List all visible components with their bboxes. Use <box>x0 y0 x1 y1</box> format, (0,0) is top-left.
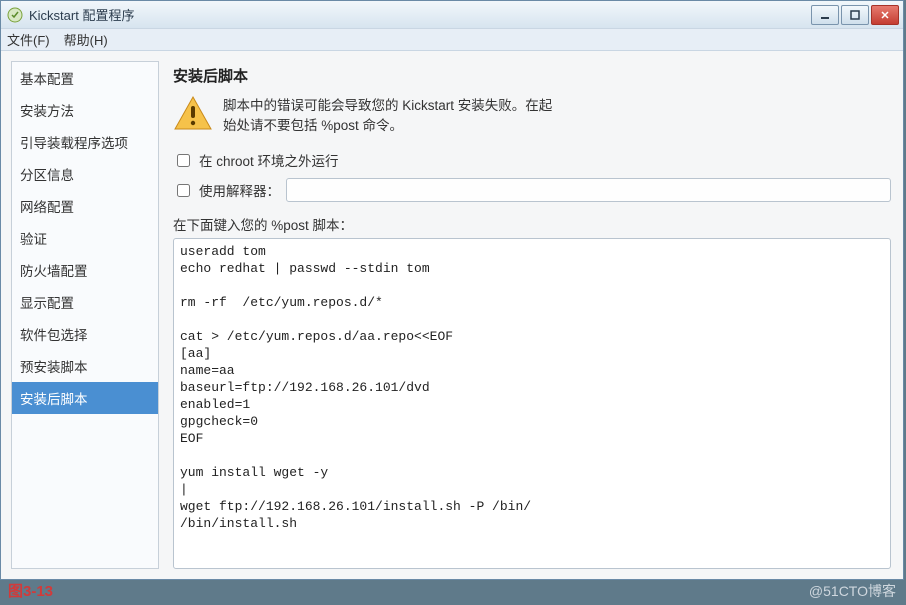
script-label: 在下面键入您的 %post 脚本： <box>173 214 891 234</box>
sidebar: 基本配置 安装方法 引导装载程序选项 分区信息 网络配置 验证 防火墙配置 显示… <box>11 61 159 569</box>
minimize-button[interactable] <box>811 5 839 25</box>
chroot-label: 在 chroot 环境之外运行 <box>199 150 339 170</box>
window: Kickstart 配置程序 文件(F) 帮助(H) 基本配置 安装方法 引导装… <box>0 0 904 580</box>
sidebar-item-install[interactable]: 安装方法 <box>12 94 158 126</box>
interpreter-input[interactable] <box>286 178 891 202</box>
interpreter-label: 使用解释器： <box>199 180 280 200</box>
interpreter-row: 使用解释器： <box>173 178 891 202</box>
page-title: 安装后脚本 <box>173 65 891 86</box>
main-panel: 安装后脚本 脚本中的错误可能会导致您的 Kickstart 安装失败。在起 始处… <box>171 61 893 569</box>
sidebar-item-network[interactable]: 网络配置 <box>12 190 158 222</box>
menu-file[interactable]: 文件(F) <box>7 30 50 49</box>
post-script-textarea[interactable] <box>173 238 891 569</box>
warning-row: 脚本中的错误可能会导致您的 Kickstart 安装失败。在起 始处请不要包括 … <box>173 94 891 136</box>
sidebar-item-prescript[interactable]: 预安装脚本 <box>12 350 158 382</box>
sidebar-item-basic[interactable]: 基本配置 <box>12 62 158 94</box>
sidebar-item-auth[interactable]: 验证 <box>12 222 158 254</box>
sidebar-item-bootloader[interactable]: 引导装载程序选项 <box>12 126 158 158</box>
window-title: Kickstart 配置程序 <box>29 5 811 24</box>
body: 基本配置 安装方法 引导装载程序选项 分区信息 网络配置 验证 防火墙配置 显示… <box>1 51 903 579</box>
close-button[interactable] <box>871 5 899 25</box>
warning-icon <box>173 94 213 134</box>
chroot-checkbox[interactable] <box>177 154 190 167</box>
sidebar-item-firewall[interactable]: 防火墙配置 <box>12 254 158 286</box>
titlebar: Kickstart 配置程序 <box>1 1 903 29</box>
window-buttons <box>811 5 899 25</box>
warning-text: 脚本中的错误可能会导致您的 Kickstart 安装失败。在起 始处请不要包括 … <box>223 94 552 136</box>
interpreter-checkbox[interactable] <box>177 184 190 197</box>
sidebar-item-display[interactable]: 显示配置 <box>12 286 158 318</box>
menubar: 文件(F) 帮助(H) <box>1 29 903 51</box>
sidebar-item-postscript[interactable]: 安装后脚本 <box>12 382 158 414</box>
menu-help[interactable]: 帮助(H) <box>64 30 108 49</box>
figure-caption: 图3-13 <box>8 580 53 601</box>
sidebar-item-partition[interactable]: 分区信息 <box>12 158 158 190</box>
app-icon <box>7 7 23 23</box>
warning-line1: 脚本中的错误可能会导致您的 Kickstart 安装失败。在起 <box>223 98 552 113</box>
maximize-button[interactable] <box>841 5 869 25</box>
chroot-row: 在 chroot 环境之外运行 <box>173 150 891 170</box>
warning-line2: 始处请不要包括 %post 命令。 <box>223 118 403 133</box>
sidebar-item-packages[interactable]: 软件包选择 <box>12 318 158 350</box>
watermark: @51CTO博客 <box>809 581 896 601</box>
